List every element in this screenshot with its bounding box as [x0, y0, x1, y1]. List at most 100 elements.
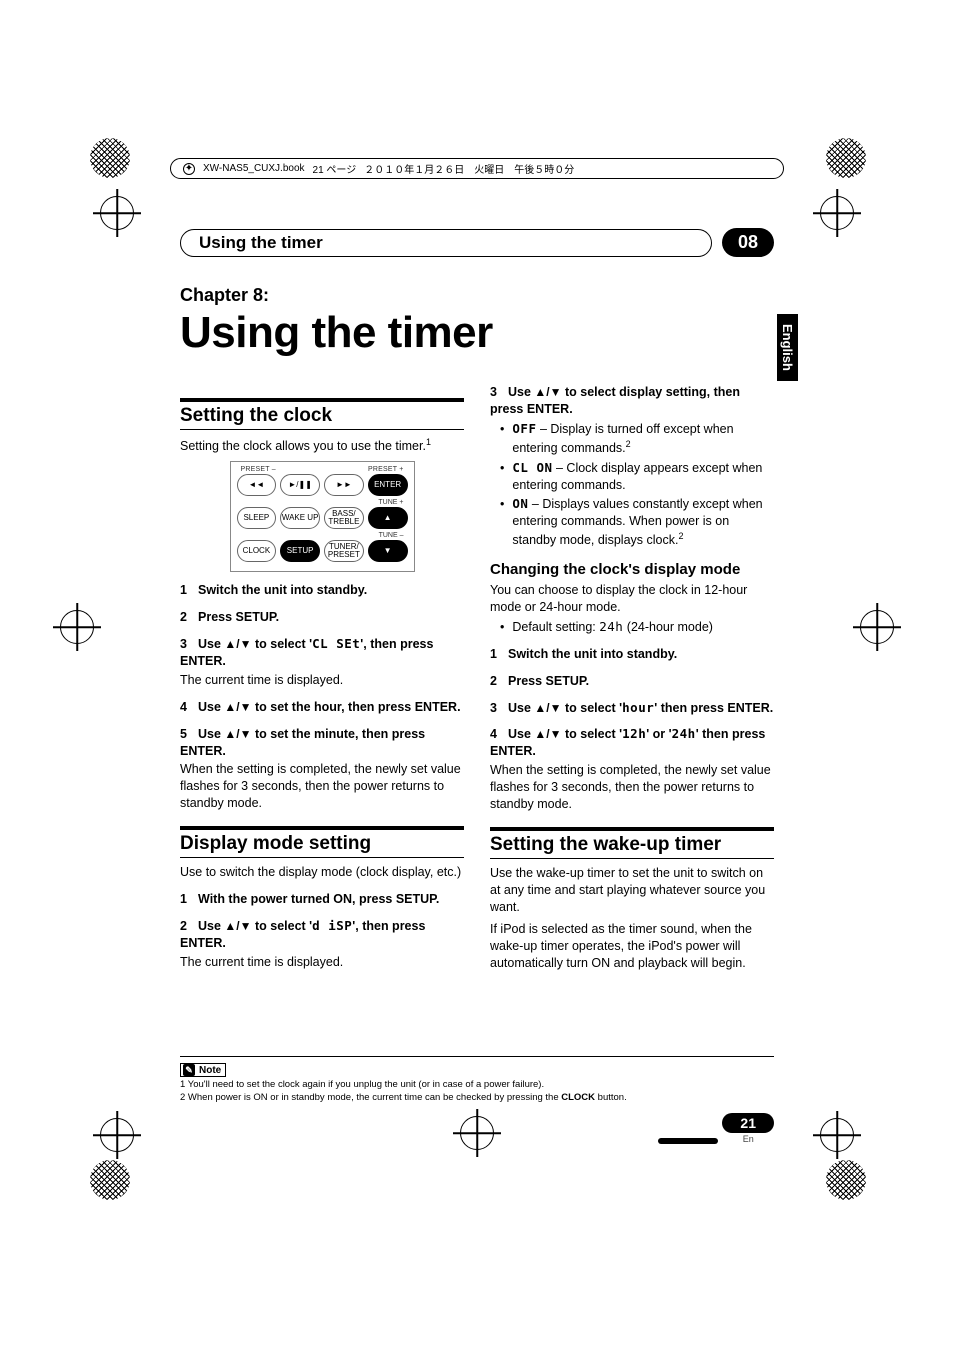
arrows-icon: ▲/▼	[224, 637, 251, 651]
note-heading: ✎ Note	[180, 1063, 226, 1077]
remote-diagram: PRESET –PRESET + ◄◄ ►/❚❚ ►► ENTER TUNE +…	[230, 461, 415, 572]
section-title-pill: Using the timer	[180, 229, 712, 257]
step-5-after: When the setting is completed, the newly…	[180, 761, 464, 812]
bullet-default: Default setting: 24h (24-hour mode)	[500, 619, 774, 636]
default-seg: 24h	[599, 619, 623, 634]
chapter-label: Chapter 8:	[180, 285, 774, 306]
note-1: 1 You'll need to set the clock again if …	[180, 1079, 774, 1091]
cmode-step-1: 1Switch the unit into standby.	[490, 646, 774, 663]
language-tab: English	[777, 314, 798, 381]
preset-minus-label: PRESET –	[241, 466, 276, 473]
sheet-icon: ✦	[183, 163, 195, 175]
registration-mark-icon	[460, 1116, 494, 1150]
arrows-icon: ▲/▼	[534, 701, 561, 715]
heading-display-mode: Display mode setting	[180, 826, 464, 858]
registration-mark-icon	[100, 1118, 134, 1152]
disp-step-1-text: With the power turned ON, press SETUP.	[198, 892, 439, 906]
footnote-ref-1: 1	[426, 437, 431, 447]
cmode-step-2: 2Press SETUP.	[490, 673, 774, 690]
bullet-off-text: – Display is turned off except when ente…	[512, 422, 733, 455]
default-tail: (24-hour mode)	[623, 620, 713, 634]
remote-prev-button: ◄◄	[237, 474, 277, 496]
arrows-icon: ▲/▼	[224, 919, 251, 933]
remote-up-button: ▲	[368, 507, 408, 529]
bullet-clon-seg: CL ON	[512, 460, 552, 475]
page-number-badge: 21 En	[722, 1113, 774, 1144]
sheet-file: XW-NAS5_CUXJ.book	[203, 163, 305, 174]
registration-mark-icon	[820, 1118, 854, 1152]
step-5-lead: Use	[198, 727, 224, 741]
remote-sleep-button: SLEEP	[237, 507, 277, 529]
remote-setup-button: SETUP	[280, 540, 320, 562]
cmode-step-4-after: When the setting is completed, the newly…	[490, 762, 774, 813]
preset-plus-label: PRESET +	[368, 466, 404, 473]
step-3-lead: Use	[198, 637, 224, 651]
tune-plus-label: TUNE +	[378, 499, 403, 506]
cmode-step-4-mid1: to select '	[562, 727, 623, 741]
note-2: 2 When power is ON or in standby mode, t…	[180, 1092, 774, 1104]
cmode-step-3: 3Use ▲/▼ to select 'hour' then press ENT…	[490, 700, 774, 717]
cmode-step-4: 4Use ▲/▼ to select '12h' or '24h' then p…	[490, 726, 774, 760]
registration-mark-icon	[820, 196, 854, 230]
arrows-icon: ▲/▼	[224, 727, 251, 741]
intro-text-body: Setting the clock allows you to use the …	[180, 439, 426, 453]
heading-setting-clock: Setting the clock	[180, 398, 464, 430]
display-mode-intro: Use to switch the display mode (clock di…	[180, 864, 464, 881]
left-column: Setting the clock Setting the clock allo…	[180, 384, 464, 976]
step-3-after: The current time is displayed.	[180, 672, 464, 689]
page-content: English Using the timer 08 Chapter 8: Us…	[180, 228, 774, 1110]
registration-mark-icon	[100, 196, 134, 230]
heading-wakeup-timer: Setting the wake-up timer	[490, 827, 774, 859]
disp-step-2-after: The current time is displayed.	[180, 954, 464, 971]
remote-enter-button: ENTER	[368, 474, 408, 496]
page-number: 21	[722, 1113, 774, 1133]
sheet-header: ✦ XW-NAS5_CUXJ.book 21 ページ ２０１０年１月２６日 火曜…	[170, 158, 784, 179]
disp-step-1: 1With the power turned ON, press SETUP.	[180, 891, 464, 908]
bullet-on-text: – Displays values constantly except when…	[512, 497, 762, 547]
step-2: 2Press SETUP.	[180, 609, 464, 626]
cmode-step-4-seg2: 24h	[672, 726, 696, 741]
cmode-step-1-text: Switch the unit into standby.	[508, 647, 677, 661]
note-label: Note	[199, 1065, 221, 1076]
note-icon: ✎	[183, 1064, 195, 1076]
step-2-text: Press SETUP.	[198, 610, 279, 624]
step-3-seg: CL SEt	[312, 636, 360, 651]
step-1: 1Switch the unit into standby.	[180, 582, 464, 599]
remote-down-button: ▼	[368, 540, 408, 562]
print-pattern-icon	[90, 138, 130, 178]
print-pattern-icon	[826, 138, 866, 178]
cmode-step-3-seg: hour	[622, 700, 654, 715]
remote-clock-button: CLOCK	[237, 540, 277, 562]
remote-tunerpreset-button: TUNER/ PRESET	[324, 540, 364, 562]
remote-basstreble-button: BASS/ TREBLE	[324, 507, 364, 529]
remote-next-button: ►►	[324, 474, 364, 496]
disp-step-2-mid: to select '	[252, 919, 313, 933]
page-number-trail	[658, 1138, 718, 1144]
disp-step-2: 2Use ▲/▼ to select 'd iSP', then press E…	[180, 918, 464, 952]
chapter-title: Using the timer	[180, 308, 774, 358]
wakeup-p2: If iPod is selected as the timer sound, …	[490, 921, 774, 973]
section-number: 08	[722, 228, 774, 257]
change-clock-intro: You can choose to display the clock in 1…	[490, 582, 774, 616]
disp-step-3-lead: Use	[508, 385, 534, 399]
arrows-icon: ▲/▼	[534, 385, 561, 399]
sheet-page: 21 ページ	[313, 161, 357, 176]
cmode-step-3-tail: ' then press ENTER.	[654, 701, 773, 715]
step-4-tail: to set the hour, then press ENTER.	[252, 700, 461, 714]
section-title: Using the timer	[199, 233, 323, 253]
bullet-off: OFF – Display is turned off except when …	[500, 421, 774, 457]
step-5: 5Use ▲/▼ to set the minute, then press E…	[180, 726, 464, 760]
cmode-step-4-lead: Use	[508, 727, 534, 741]
disp-step-2-lead: Use	[198, 919, 224, 933]
disp-step-2-seg: d iSP	[312, 918, 352, 933]
tune-minus-label: TUNE –	[379, 532, 404, 539]
print-pattern-icon	[826, 1160, 866, 1200]
bullet-clon: CL ON – Clock display appears except whe…	[500, 460, 774, 494]
step-3-mid: to select '	[252, 637, 313, 651]
print-pattern-icon	[90, 1160, 130, 1200]
footnote-ref-2a: 2	[626, 439, 631, 449]
footnote-ref-2b: 2	[678, 531, 683, 541]
arrows-icon: ▲/▼	[224, 700, 251, 714]
bullet-on: ON – Displays values constantly except w…	[500, 496, 774, 549]
bullet-on-seg: ON	[512, 496, 528, 511]
